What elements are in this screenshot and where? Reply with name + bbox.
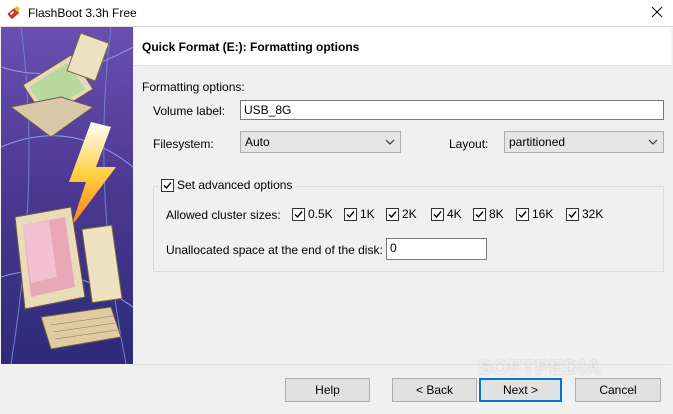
filesystem-select[interactable]: Auto [240,131,401,153]
section-label: Formatting options: [142,80,245,94]
cluster-option-2k[interactable]: 2K [386,207,417,221]
cluster-option-0.5k[interactable]: 0.5K [292,207,333,221]
close-icon[interactable] [645,1,669,23]
cluster-label: 16K [532,207,554,221]
chevron-down-icon [384,136,396,148]
title-bar: FlashBoot 3.3h Free [0,0,673,27]
cluster-label: 0.5K [308,207,333,221]
cluster-label: 32K [582,207,604,221]
cluster-checkbox[interactable] [431,207,444,221]
unallocated-space-input[interactable]: 0 [386,238,487,260]
back-button[interactable]: < Back [392,378,477,402]
cluster-label: 2K [402,207,417,221]
volume-label-label: Volume label: [153,104,226,118]
cluster-option-4k[interactable]: 4K [431,207,462,221]
page-title: Quick Format (E:): Formatting options [142,40,360,54]
cluster-label: 4K [447,207,462,221]
wizard-header: Quick Format (E:): Formatting options [134,27,671,66]
cluster-option-16k[interactable]: 16K [516,207,553,221]
cluster-checkbox[interactable] [344,207,357,221]
unallocated-space-label: Unallocated space at the end of the disk… [166,243,383,257]
chevron-down-icon [647,136,659,148]
cluster-checkbox[interactable] [473,207,486,221]
layout-select[interactable]: partitioned [504,131,664,153]
advanced-options-checkbox[interactable] [161,178,174,192]
cluster-checkbox[interactable] [566,207,579,221]
layout-value: partitioned [509,135,566,149]
watermark: SOFTPEDIA [478,357,602,379]
cluster-option-8k[interactable]: 8K [473,207,504,221]
cluster-option-1k[interactable]: 1K [344,207,375,221]
cluster-option-32k[interactable]: 32K [566,207,603,221]
advanced-options-toggle[interactable]: Set advanced options [158,178,296,192]
cluster-sizes-label: Allowed cluster sizes: [166,208,281,222]
filesystem-label: Filesystem: [153,137,214,151]
cluster-checkbox[interactable] [292,207,305,221]
cancel-button[interactable]: Cancel [575,378,661,402]
volume-label-input[interactable]: USB_8G [240,100,664,120]
cluster-label: 8K [489,207,504,221]
cluster-checkbox[interactable] [516,207,529,221]
cluster-checkbox[interactable] [386,207,399,221]
cluster-label: 1K [360,207,375,221]
window-title: FlashBoot 3.3h Free [28,6,137,20]
help-button[interactable]: Help [285,378,370,402]
layout-label: Layout: [449,137,489,151]
next-button[interactable]: Next > [479,378,562,402]
wizard-side-image [1,27,133,364]
filesystem-value: Auto [245,135,270,149]
flashboot-app-icon [5,5,21,21]
advanced-options-label: Set advanced options [177,178,293,192]
